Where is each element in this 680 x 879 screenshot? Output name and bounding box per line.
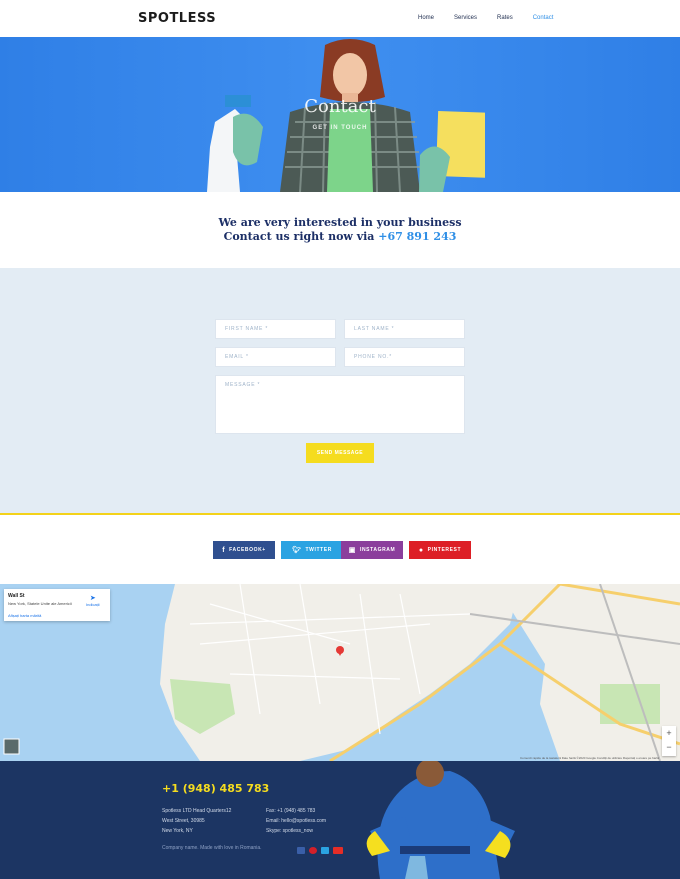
page-subtitle: GET IN TOUCH [312,125,368,131]
directions-icon: ➤ [89,595,96,602]
map-place-address: New York, Statele Unite ale Americii [8,601,72,606]
map-attribution: Comenzi rapide de la tastatură Date hart… [520,756,659,760]
pinterest-icon[interactable] [309,847,317,854]
send-message-button[interactable]: SEND MESSAGE [306,443,374,463]
message-textarea[interactable]: MESSAGE * [215,375,465,434]
page-title: Contact [304,96,376,117]
footer-fax: Fax: +1 (948) 485 783 [266,808,316,814]
google-map[interactable]: Wall St New York, Statele Unite ale Amer… [0,584,680,761]
youtube-icon[interactable] [333,847,343,854]
intro-phone-link[interactable]: +67 891 243 [378,230,456,243]
zoom-in-button[interactable]: + [662,726,676,740]
map-info-card: Wall St New York, Statele Unite ale Amer… [4,589,110,621]
footer-address: Spotless LTD Head Quarters12 West Street… [162,806,231,836]
twitter-button[interactable]: 🐦︎ TWITTER [281,541,343,559]
footer-address-line: New York, NY [162,828,193,834]
pinterest-icon: ● [418,546,424,554]
footer-email[interactable]: Email: hello@spotless.com [266,816,326,826]
phone-placeholder: PHONE NO.* [354,354,393,360]
nav-link-home[interactable]: Home [418,15,434,21]
intro-subheading: Contact us right now via +67 891 243 [0,230,680,243]
instagram-icon: ▣ [348,547,356,554]
footer-photo-cleaning-woman [366,761,515,879]
last-name-input[interactable]: LAST NAME * [344,319,465,339]
instagram-label: INSTAGRAM [359,547,396,553]
pinterest-button[interactable]: ● PINTEREST [409,541,471,559]
email-input[interactable]: EMAIL * [215,347,336,367]
top-navbar: SPOTLESS Home Services Rates Contact [0,0,680,37]
intro-section: We are very interested in your business … [0,192,680,268]
message-placeholder: MESSAGE * [225,382,261,388]
instagram-button[interactable]: ▣ INSTAGRAM [341,541,403,559]
phone-input[interactable]: PHONE NO.* [344,347,465,367]
hero-banner: Contact GET IN TOUCH [0,37,680,192]
facebook-label: FACEBOOK+ [229,547,266,553]
footer-address-line: West Street, 30985 [162,818,205,824]
email-placeholder: EMAIL * [225,354,249,360]
map-larger-link[interactable]: Afișați harta mărită [8,613,41,618]
first-name-input[interactable]: FIRST NAME * [215,319,336,339]
footer-phone[interactable]: +1 (948) 485 783 [162,782,269,795]
first-name-placeholder: FIRST NAME * [225,326,269,332]
footer-contacts: Fax: +1 (948) 485 783 Email: hello@spotl… [266,806,326,836]
directions-label: Indicații [86,602,100,607]
nav-link-contact[interactable]: Contact [533,15,554,21]
nav-link-rates[interactable]: Rates [497,15,513,21]
intro-prefix: Contact us right now via [223,230,375,243]
site-footer: +1 (948) 485 783 Spotless LTD Head Quart… [0,761,680,879]
footer-social-icons [297,847,343,854]
twitter-icon[interactable] [321,847,329,854]
twitter-label: TWITTER [305,547,332,553]
social-buttons-section: f FACEBOOK+ 🐦︎ TWITTER ▣ INSTAGRAM ● PIN… [0,517,680,584]
nav-links: Home Services Rates Contact [418,15,573,21]
site-logo[interactable]: SPOTLESS [138,11,216,26]
map-zoom-controls[interactable]: + − [662,726,676,756]
map-directions-button[interactable]: ➤ Indicații [86,594,100,607]
footer-skype[interactable]: Skype: spotless_now [266,826,326,836]
contact-form-section: FIRST NAME * LAST NAME * EMAIL * PHONE N… [0,268,680,515]
intro-heading: We are very interested in your business [218,216,462,229]
nav-link-services[interactable]: Services [454,15,477,21]
footer-copyright: Company name. Made with love in Romania. [162,845,262,851]
pinterest-label: PINTEREST [427,547,462,553]
facebook-icon[interactable] [297,847,305,854]
zoom-out-button[interactable]: − [662,740,676,754]
twitter-icon: 🐦︎ [292,547,302,554]
last-name-placeholder: LAST NAME * [354,326,395,332]
map-place-title: Wall St [8,593,25,599]
facebook-button[interactable]: f FACEBOOK+ [213,541,275,559]
facebook-icon: f [222,546,226,554]
footer-address-line: Spotless LTD Head Quarters12 [162,808,232,814]
